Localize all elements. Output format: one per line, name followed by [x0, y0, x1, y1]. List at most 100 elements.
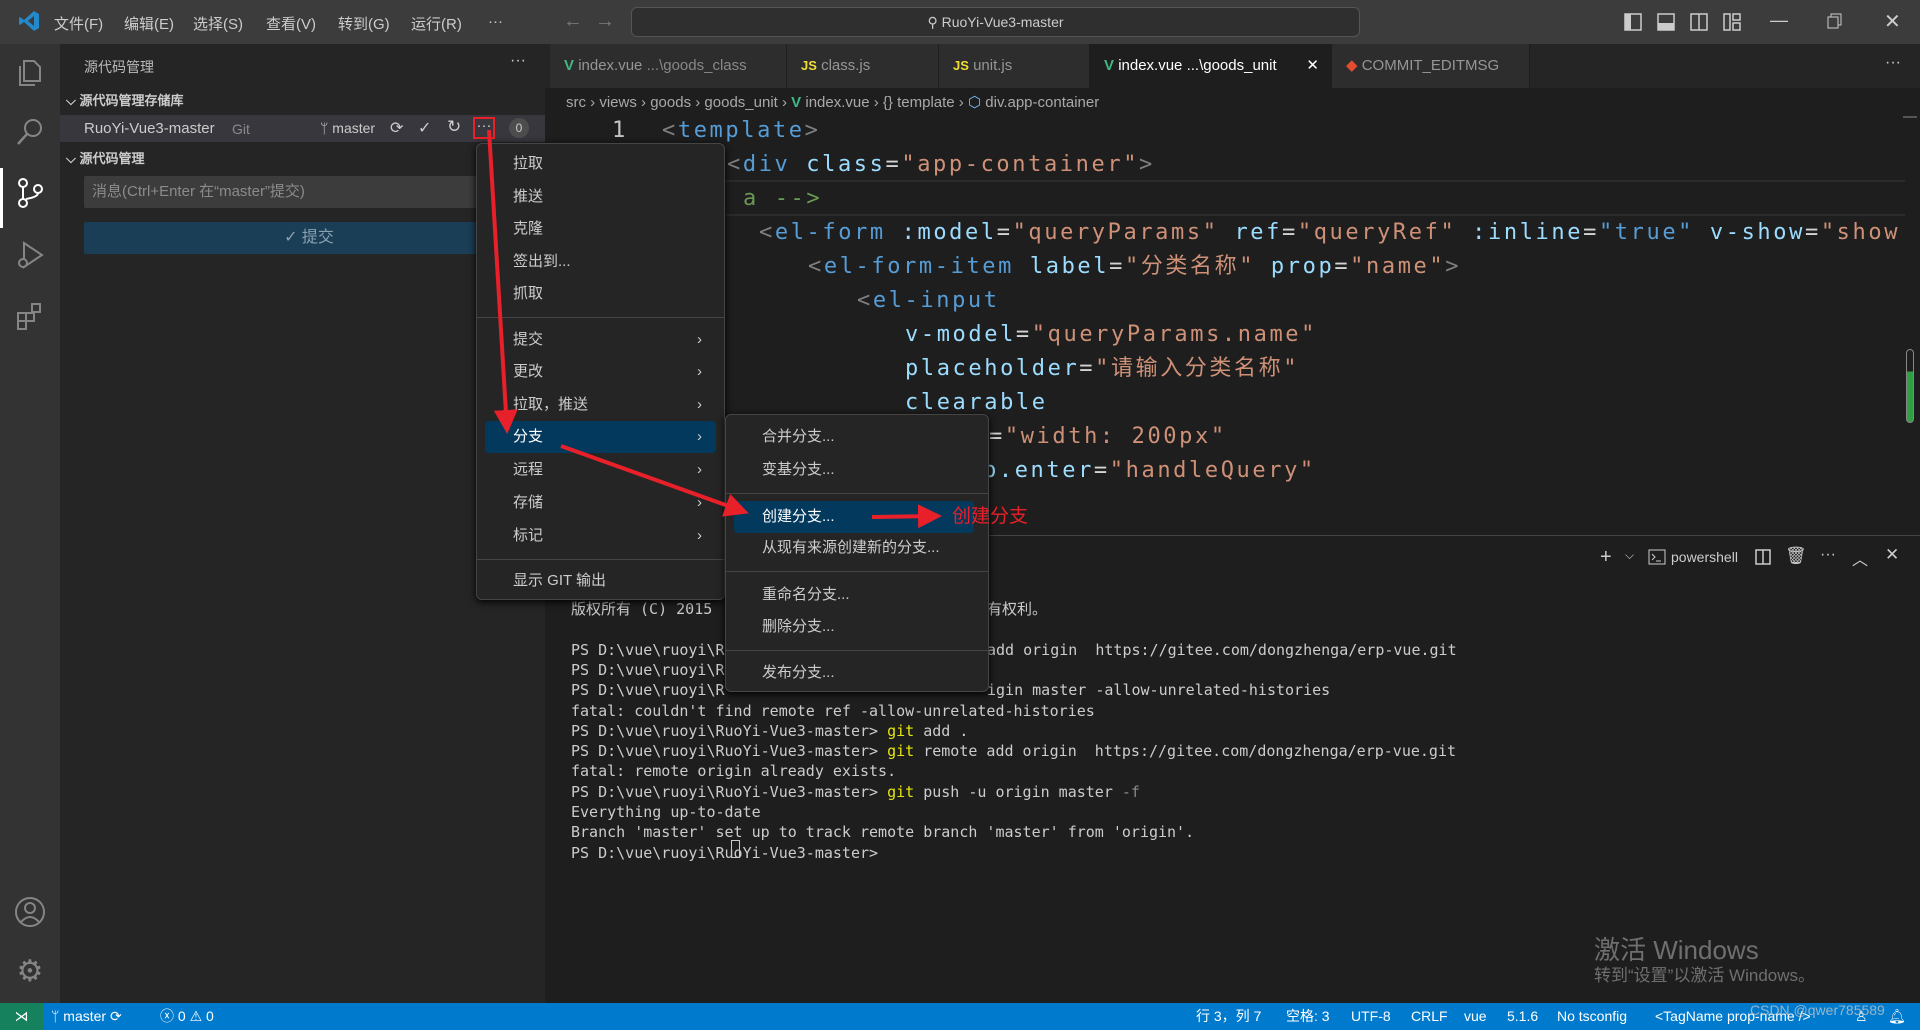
remote-indicator-icon[interactable]: ⋊	[0, 1003, 43, 1030]
breadcrumb-src[interactable]: src	[566, 94, 586, 111]
back-arrow-icon[interactable]: ←	[563, 10, 583, 33]
status-eol[interactable]: CRLF	[1411, 1003, 1448, 1030]
status-indentation[interactable]: 空格: 3	[1286, 1003, 1330, 1030]
menu-file[interactable]: 文件(F)	[54, 13, 103, 34]
tab-index-vue-goods-class[interactable]: V index.vue ...\goods_class	[550, 44, 787, 88]
breadcrumb-views[interactable]: views	[599, 94, 637, 111]
command-center-search[interactable]: ⚲ RuoYi-Vue3-master	[631, 7, 1360, 37]
editor-more-button[interactable]: ···	[1885, 54, 1901, 72]
restore-icon[interactable]	[1826, 13, 1842, 29]
sync-icon[interactable]: ⟳	[390, 118, 403, 138]
panel-more-icon[interactable]: ···	[1820, 546, 1836, 564]
explorer-icon[interactable]	[14, 57, 46, 89]
code-token: "handleQuery"	[1109, 458, 1316, 483]
menu-item-rename-branch[interactable]: 重命名分支...	[734, 579, 980, 611]
menu-item-changes[interactable]: 更改 ›	[485, 356, 716, 388]
menu-item-remote[interactable]: 远程 ›	[485, 454, 716, 486]
breadcrumb-element[interactable]: div.app-container	[985, 94, 1099, 111]
menu-separator	[477, 559, 724, 560]
breadcrumb-template[interactable]: {} template	[883, 94, 955, 111]
breadcrumb-goods-unit[interactable]: goods_unit	[704, 94, 777, 111]
status-branch[interactable]: ᛘ master ⟳	[51, 1003, 122, 1030]
terminal-token: add .	[914, 721, 969, 740]
tab-description: ...\goods_class	[646, 57, 747, 74]
menu-item-pull-push[interactable]: 拉取，推送 ›	[485, 389, 716, 421]
status-version[interactable]: 5.1.6	[1507, 1003, 1538, 1030]
status-language[interactable]: vue	[1464, 1003, 1487, 1030]
minimap-scroll-indicator[interactable]	[1906, 349, 1914, 423]
close-window-icon[interactable]: ✕	[1884, 9, 1901, 34]
run-debug-icon[interactable]	[14, 239, 46, 271]
menu-item-rebase-branch[interactable]: 变基分支...	[734, 454, 980, 486]
trash-icon[interactable]: 🗑	[1785, 546, 1807, 566]
branch-button[interactable]: ᛘ master	[320, 120, 375, 136]
source-control-icon[interactable]	[14, 177, 46, 209]
sidebar-more-button[interactable]: ···	[510, 52, 526, 70]
menu-selection[interactable]: 选择(S)	[193, 13, 243, 34]
forward-arrow-icon[interactable]: →	[595, 10, 615, 33]
breadcrumb-goods[interactable]: goods	[650, 94, 691, 111]
toggle-panel-icon[interactable]	[1657, 13, 1675, 31]
menu-item-branch[interactable]: 分支 ›	[485, 421, 716, 453]
accounts-icon[interactable]	[14, 896, 46, 928]
toggle-secondary-sidebar-icon[interactable]	[1690, 13, 1708, 31]
customize-layout-icon[interactable]	[1723, 13, 1741, 31]
commit-check-icon[interactable]: ✓	[418, 118, 431, 138]
menu-item-clone[interactable]: 克隆	[485, 213, 716, 245]
menu-edit[interactable]: 编辑(E)	[124, 13, 174, 34]
tab-commit-editmsg[interactable]: ◆ COMMIT_EDITMSG	[1332, 44, 1530, 88]
tab-unit-js[interactable]: JS unit.js	[939, 44, 1090, 88]
terminal-token: fatal: remote origin already exists.	[571, 762, 897, 781]
menu-item-stash[interactable]: 存储 ›	[485, 487, 716, 519]
extensions-icon[interactable]	[14, 300, 46, 332]
menu-item-merge-branch[interactable]: 合并分支...	[734, 421, 980, 453]
code-token: clearable	[905, 390, 1048, 415]
menu-item-show-git-output[interactable]: 显示 GIT 输出	[485, 565, 716, 597]
sync-icon[interactable]: ⟳	[110, 1008, 122, 1024]
menu-item-push[interactable]: 推送	[485, 181, 716, 213]
menu-view[interactable]: 查看(V)	[266, 13, 316, 34]
changes-section-header[interactable]: ⌵ 源代码管理	[66, 148, 144, 167]
menu-item-checkout[interactable]: 签出到...	[485, 246, 716, 278]
breadcrumb-file[interactable]: index.vue	[805, 94, 869, 111]
menu-item-fetch[interactable]: 抓取	[485, 278, 716, 310]
split-terminal-icon[interactable]	[1755, 549, 1771, 565]
menu-item-publish-branch[interactable]: 发布分支...	[734, 657, 980, 689]
more-actions-button[interactable]: ···	[473, 117, 495, 139]
minimize-icon[interactable]: —	[1770, 10, 1788, 31]
menu-item-pull[interactable]: 拉取	[485, 148, 716, 180]
close-panel-icon[interactable]: ✕	[1885, 545, 1899, 565]
repositories-section-header[interactable]: ⌵ 源代码管理存储库	[66, 90, 183, 109]
status-problems[interactable]: ⓧ 0 ⚠ 0	[160, 1003, 214, 1030]
code-token: <	[662, 118, 678, 143]
branch-submenu: 合并分支... 变基分支... 创建分支... 从现有来源创建新的分支... 重…	[725, 414, 989, 692]
menu-item-delete-branch[interactable]: 删除分支...	[734, 611, 980, 643]
menu-item-tags[interactable]: 标记 ›	[485, 520, 716, 552]
refresh-icon[interactable]: ↻	[447, 117, 461, 137]
notifications-bell-icon[interactable]: 🔔︎	[1888, 1003, 1906, 1030]
status-encoding[interactable]: UTF-8	[1351, 1003, 1391, 1030]
code-token: p.enter	[983, 458, 1094, 483]
chevron-down-icon[interactable]: ⌵	[1625, 548, 1634, 563]
warning-icon: ⚠	[189, 1008, 207, 1024]
tab-index-vue-goods-unit[interactable]: V index.vue ...\goods_unit ✕	[1090, 44, 1332, 88]
toggle-sidebar-icon[interactable]	[1624, 13, 1642, 31]
menu-item-create-branch-from[interactable]: 从现有来源创建新的分支...	[734, 532, 980, 564]
commit-button[interactable]: ✓ 提交	[84, 222, 534, 254]
menu-item-commit[interactable]: 提交 ›	[485, 324, 716, 356]
menu-item-create-branch[interactable]: 创建分支...	[734, 501, 974, 533]
search-icon[interactable]	[14, 116, 46, 148]
terminal-shell-name[interactable]: powershell	[1671, 549, 1738, 565]
status-cursor-position[interactable]: 行 3，列 7	[1196, 1003, 1261, 1030]
maximize-panel-icon[interactable]: ︿	[1852, 546, 1868, 570]
settings-gear-icon[interactable]: ⚙	[14, 956, 46, 988]
commit-message-input[interactable]: 消息(Ctrl+Enter 在“master”提交)	[84, 176, 534, 208]
menu-run[interactable]: 运行(R)	[411, 13, 462, 34]
status-tsconfig[interactable]: No tsconfig	[1557, 1003, 1627, 1030]
new-terminal-icon[interactable]: +	[1600, 546, 1612, 569]
tab-class-js[interactable]: JS class.js	[787, 44, 939, 88]
close-tab-icon[interactable]: ✕	[1306, 44, 1319, 88]
repository-row[interactable]: RuoYi-Vue3-master Git ᛘ master ⟳ ✓ ↻ ···…	[60, 115, 545, 142]
menu-go[interactable]: 转到(G)	[338, 13, 390, 34]
menu-more[interactable]: ···	[488, 13, 503, 30]
